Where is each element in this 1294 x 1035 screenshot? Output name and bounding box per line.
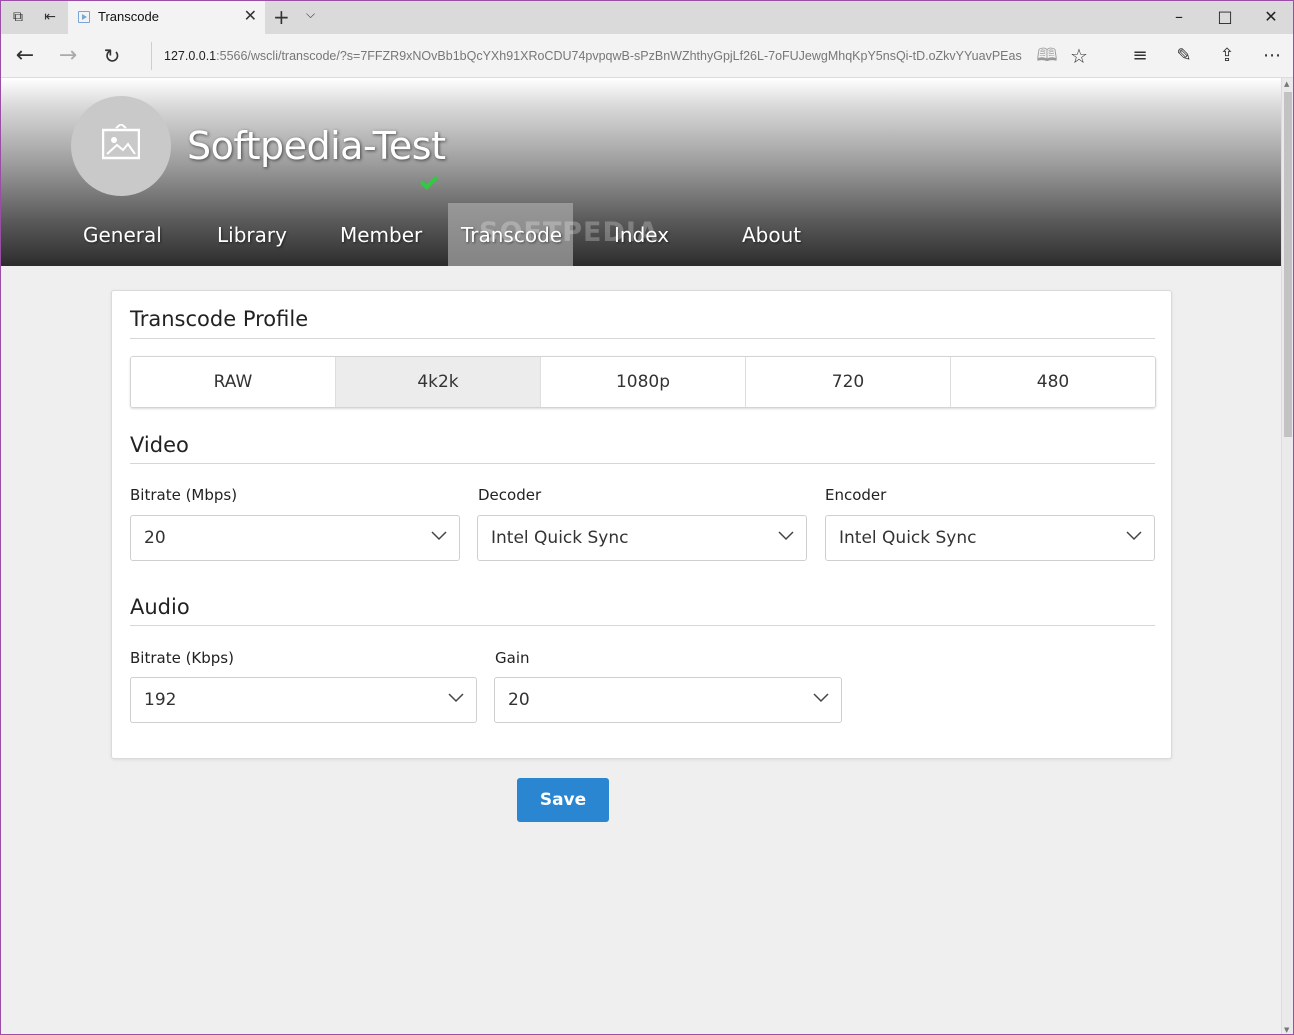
audio-bitrate-label: Bitrate (Kbps) (130, 649, 234, 667)
url-host: 127.0.0.1 (164, 49, 217, 63)
minimize-icon[interactable]: – (1156, 1, 1202, 34)
tab-general[interactable]: General (70, 203, 175, 266)
hub-icon[interactable]: ≡ (1126, 42, 1154, 70)
page-content: Softpedia-Test General Library Member Tr… (1, 78, 1281, 1034)
scroll-thumb[interactable] (1284, 92, 1292, 437)
profile-480-button[interactable]: 480 (951, 357, 1155, 407)
video-bitrate-select[interactable]: 20 (130, 515, 460, 561)
profile-section-title: Transcode Profile (130, 307, 309, 331)
close-window-icon[interactable]: ✕ (1248, 1, 1293, 34)
divider (130, 338, 1155, 339)
tab-manager-icon[interactable]: ⧉ (9, 8, 27, 26)
decoder-select[interactable]: Intel Quick Sync (477, 515, 807, 561)
tab-library[interactable]: Library (204, 203, 300, 266)
audio-bitrate-select[interactable]: 192 (130, 677, 477, 723)
video-bitrate-value: 20 (144, 528, 166, 548)
profile-4k2k-button[interactable]: 4k2k (336, 357, 541, 407)
set-tabs-aside-icon[interactable]: ⇤ (41, 8, 59, 26)
chevron-down-icon (1126, 531, 1142, 541)
gain-label: Gain (495, 649, 530, 667)
encoder-value: Intel Quick Sync (839, 528, 977, 548)
divider (130, 463, 1155, 464)
more-icon[interactable]: ⋯ (1258, 42, 1286, 70)
chevron-down-icon (448, 693, 464, 703)
image-placeholder-icon (102, 124, 140, 160)
scroll-down-icon[interactable]: ▼ (1284, 1026, 1289, 1034)
web-note-icon[interactable]: ✎ (1170, 42, 1198, 70)
softpedia-watermark: SOFTPEDIA (479, 217, 659, 248)
refresh-icon[interactable]: ↻ (98, 42, 126, 70)
tab-member[interactable]: Member (327, 203, 435, 266)
server-name: Softpedia-Test (187, 124, 446, 168)
profile-selector: RAW 4k2k 1080p 720 480 (130, 356, 1156, 408)
address-bar[interactable]: 127.0.0.1:5566/wscli/transcode/?s=7FFZR9… (151, 42, 1031, 70)
new-tab-icon[interactable]: + (273, 5, 290, 29)
page-favicon-icon (78, 11, 90, 23)
server-avatar[interactable] (71, 96, 171, 196)
chevron-down-icon (431, 531, 447, 541)
browser-window: ⧉ ⇤ Transcode ✕ + ⌵ – □ ✕ ← → ↻ 127.0.0.… (0, 0, 1294, 1035)
browser-tab[interactable]: Transcode ✕ (68, 1, 265, 34)
back-icon[interactable]: ← (11, 42, 39, 70)
browser-titlebar: ⧉ ⇤ Transcode ✕ + ⌵ – □ ✕ (1, 1, 1293, 34)
reading-view-icon[interactable]: 🕮 (1033, 42, 1061, 70)
tab-about[interactable]: About (729, 203, 814, 266)
maximize-icon[interactable]: □ (1202, 1, 1248, 34)
encoder-select[interactable]: Intel Quick Sync (825, 515, 1155, 561)
gain-value: 20 (508, 690, 530, 710)
decoder-label: Decoder (478, 486, 542, 504)
favorite-star-icon[interactable]: ☆ (1065, 42, 1093, 70)
forward-icon[interactable]: → (54, 42, 82, 70)
chevron-down-icon (813, 693, 829, 703)
save-button[interactable]: Save (517, 778, 609, 822)
divider (130, 625, 1155, 626)
scroll-up-icon[interactable]: ▲ (1284, 80, 1289, 88)
server-header: Softpedia-Test General Library Member Tr… (1, 78, 1281, 266)
decoder-value: Intel Quick Sync (491, 528, 629, 548)
close-tab-icon[interactable]: ✕ (244, 7, 257, 25)
verified-check-icon (419, 175, 439, 190)
url-path: :5566/wscli/transcode/?s=7FFZR9xNOvBb1bQ… (216, 49, 1022, 63)
audio-bitrate-value: 192 (144, 690, 177, 710)
transcode-settings-card: Transcode Profile RAW 4k2k 1080p 720 480… (111, 290, 1172, 759)
tab-preview-chevron-icon[interactable]: ⌵ (306, 7, 315, 22)
page-scrollbar[interactable]: ▲ ▼ (1281, 78, 1293, 1034)
share-icon[interactable]: ⇪ (1213, 42, 1241, 70)
browser-navbar: ← → ↻ 127.0.0.1:5566/wscli/transcode/?s=… (1, 34, 1293, 78)
chevron-down-icon (778, 531, 794, 541)
encoder-label: Encoder (825, 486, 887, 504)
tab-title: Transcode (98, 9, 159, 24)
profile-1080p-button[interactable]: 1080p (541, 357, 746, 407)
profile-raw-button[interactable]: RAW (131, 357, 336, 407)
video-section-title: Video (130, 433, 189, 457)
gain-select[interactable]: 20 (494, 677, 842, 723)
video-bitrate-label: Bitrate (Mbps) (130, 486, 238, 504)
profile-720-button[interactable]: 720 (746, 357, 951, 407)
audio-section-title: Audio (130, 595, 190, 619)
